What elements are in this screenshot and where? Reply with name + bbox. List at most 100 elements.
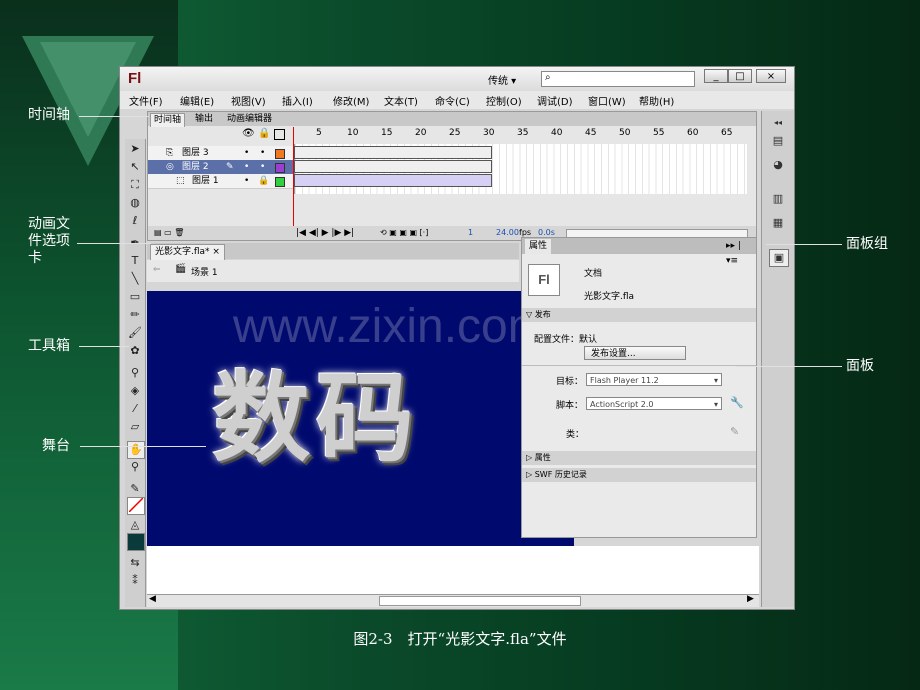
document-fl-icon: Fl: [528, 264, 560, 296]
eye-icon[interactable]: 👁: [242, 128, 255, 139]
layer-row-selected[interactable]: ◎ 图层 2 ✎ • •: [148, 160, 293, 175]
target-select[interactable]: Flash Player 11.2: [586, 373, 722, 387]
lock-icon[interactable]: 🔒: [258, 174, 269, 188]
new-layer-icon[interactable]: ▤ ▭ 🗑: [154, 226, 184, 240]
menu-edit[interactable]: 编辑(E): [180, 93, 214, 108]
wrench-icon[interactable]: 🔧: [730, 396, 744, 409]
motion-tween-span[interactable]: [294, 174, 492, 187]
stroke-color-icon[interactable]: ✎: [127, 481, 143, 497]
text-tool-icon[interactable]: T: [127, 253, 143, 269]
layer-color-swatch[interactable]: [275, 177, 285, 187]
close-button[interactable]: ×: [756, 69, 786, 83]
close-tab-icon[interactable]: ×: [212, 247, 220, 257]
script-select[interactable]: ActionScript 2.0: [586, 397, 722, 411]
snap-icon[interactable]: ⁑: [127, 573, 143, 589]
menu-debug[interactable]: 调试(D): [537, 93, 573, 108]
menu-file[interactable]: 文件(F): [129, 93, 163, 108]
library-panel-icon[interactable]: ▥: [769, 191, 787, 207]
subselection-tool-icon[interactable]: ↖: [127, 159, 143, 175]
menu-window[interactable]: 窗口(W): [588, 93, 626, 108]
bone-tool-icon[interactable]: ⚲: [127, 365, 143, 381]
playhead[interactable]: [293, 127, 294, 227]
tab-timeline[interactable]: 时间轴: [150, 113, 186, 127]
maximize-button[interactable]: □: [728, 69, 752, 83]
menu-commands[interactable]: 命令(C): [435, 93, 470, 108]
layer-row[interactable]: ⎘ 图层 3 • •: [148, 146, 293, 161]
visibility-dot[interactable]: •: [244, 160, 249, 174]
properties-panel-icon[interactable]: ▣: [769, 249, 789, 267]
layer-color-swatch[interactable]: [275, 163, 285, 173]
current-frame[interactable]: 1: [468, 226, 473, 240]
layer-color-swatch[interactable]: [275, 149, 285, 159]
outline-icon[interactable]: [274, 129, 285, 140]
lock-dot[interactable]: •: [260, 160, 265, 174]
swf-history-section-header[interactable]: ▷ SWF 历史记录: [522, 468, 756, 482]
playback-controls[interactable]: |◀ ◀| ▶ |▶ ▶|: [296, 226, 354, 240]
components-panel-icon[interactable]: ▦: [769, 215, 787, 231]
pencil-tool-icon[interactable]: ✏: [127, 307, 143, 323]
hand-tool-icon[interactable]: ✋: [127, 441, 145, 459]
visibility-dot[interactable]: •: [244, 146, 249, 160]
3d-rotation-tool-icon[interactable]: ◍: [127, 195, 143, 211]
layer-row[interactable]: ⬚ 图层 1 • 🔒: [148, 174, 293, 189]
edit-bar: ⇐ 🎬 场景 1: [147, 260, 519, 282]
tab-motion-editor[interactable]: 动画编辑器: [224, 113, 275, 126]
eraser-tool-icon[interactable]: ▱: [127, 419, 143, 435]
menu-control[interactable]: 控制(O): [486, 93, 522, 108]
search-icon: ⌕: [545, 72, 551, 83]
line-tool-icon[interactable]: ╲: [127, 271, 143, 287]
paint-bucket-tool-icon[interactable]: ◈: [127, 383, 143, 399]
frame-span[interactable]: [294, 146, 492, 159]
tab-properties[interactable]: 属性: [525, 239, 552, 254]
stage-hscroll[interactable]: ◀ ▶: [147, 594, 759, 607]
tab-output[interactable]: 输出: [192, 113, 216, 126]
onion-skin-icons[interactable]: ⟲ ▣ ▣ ▣ [·]: [380, 226, 428, 240]
collapse-panels-icon[interactable]: ◂◂: [769, 115, 787, 131]
workspace-switcher[interactable]: 传统 ▾: [488, 72, 516, 87]
document-tab[interactable]: 光影文字.fla* ×: [150, 244, 225, 260]
stage[interactable]: www.zixin.com.cn 数码: [147, 291, 574, 546]
menu-insert[interactable]: 插入(I): [282, 93, 313, 108]
free-transform-tool-icon[interactable]: ⛶: [127, 177, 143, 193]
visibility-dot[interactable]: •: [244, 174, 249, 188]
lasso-tool-icon[interactable]: ℓ: [127, 213, 143, 229]
scroll-left-icon[interactable]: ◀: [149, 594, 156, 604]
publish-settings-button[interactable]: 发布设置...: [584, 346, 686, 360]
deco-tool-icon[interactable]: ✿: [127, 343, 143, 359]
callout-line: [77, 243, 151, 244]
menu-help[interactable]: 帮助(H): [639, 93, 674, 108]
eyedropper-tool-icon[interactable]: ⁄: [127, 401, 143, 417]
masked-layer-icon: ⬚: [176, 176, 185, 186]
rectangle-tool-icon[interactable]: ▭: [127, 289, 143, 305]
brush-tool-icon[interactable]: 🖌: [127, 325, 143, 341]
properties-section-header[interactable]: ▷ 属性: [522, 451, 756, 465]
selection-tool-icon[interactable]: ➤: [127, 141, 143, 157]
swap-colors-icon[interactable]: ⇆: [127, 555, 143, 571]
frame-span[interactable]: [294, 160, 492, 173]
help-search-input[interactable]: ⌕: [541, 71, 695, 87]
back-arrow-icon[interactable]: ⇐: [153, 265, 161, 275]
stage-text[interactable]: 数码: [212, 339, 420, 481]
align-panel-icon[interactable]: ▤: [769, 133, 787, 149]
frame-number: 20: [415, 128, 427, 138]
menu-view[interactable]: 视图(V): [231, 93, 266, 108]
menu-modify[interactable]: 修改(M): [333, 93, 369, 108]
scene-label[interactable]: 场景 1: [191, 265, 218, 278]
layer-icon: ◎: [166, 162, 174, 172]
zoom-tool-icon[interactable]: ⚲: [127, 459, 143, 475]
lock-icon[interactable]: 🔒: [258, 128, 270, 139]
publish-section-header[interactable]: ▽ 发布: [522, 308, 756, 322]
edit-class-pencil-icon[interactable]: ✎: [730, 425, 739, 438]
panel-menu-icon[interactable]: ▸▸ |▾≡: [722, 239, 756, 266]
scroll-thumb[interactable]: [379, 596, 581, 606]
fill-color-icon[interactable]: ◬: [127, 517, 143, 533]
frame-number: 45: [585, 128, 597, 138]
frame-rate[interactable]: 24.00: [496, 226, 519, 240]
minimize-button[interactable]: _: [704, 69, 728, 83]
scroll-right-icon[interactable]: ▶: [747, 594, 754, 604]
color-panel-icon[interactable]: ◕: [769, 157, 787, 173]
stroke-swatch[interactable]: [127, 497, 145, 515]
fill-swatch[interactable]: [127, 533, 145, 551]
lock-dot[interactable]: •: [260, 146, 265, 160]
menu-text[interactable]: 文本(T): [384, 93, 418, 108]
